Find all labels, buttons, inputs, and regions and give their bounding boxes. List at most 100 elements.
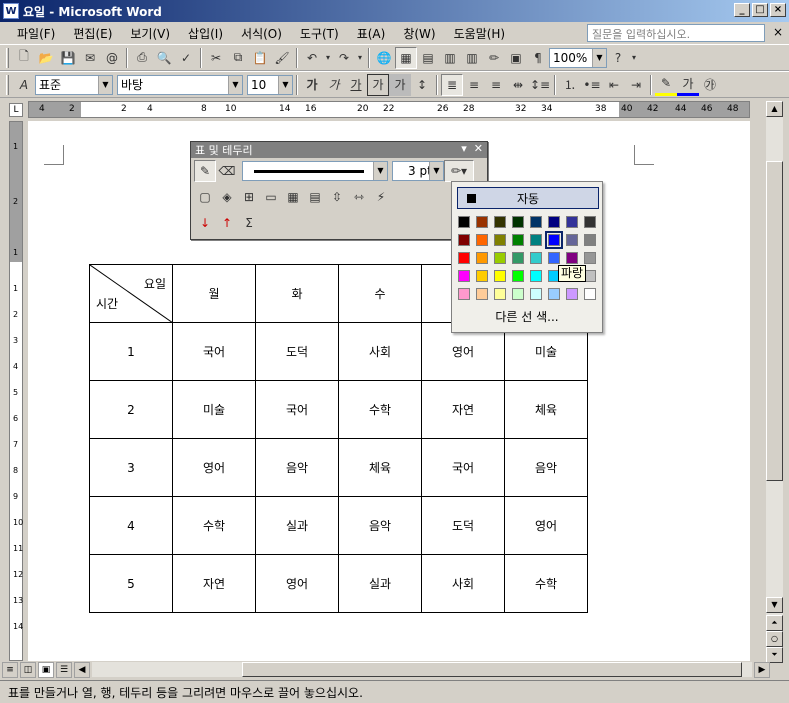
color-swatch[interactable]	[512, 216, 524, 228]
print-layout-icon[interactable]: ▣	[38, 661, 54, 678]
tab-selector[interactable]: L	[9, 103, 23, 117]
outside-border-icon[interactable]: ▢	[194, 186, 216, 208]
color-swatch[interactable]	[548, 288, 560, 300]
print-icon[interactable]: ⎙	[131, 47, 153, 69]
color-swatch[interactable]	[458, 270, 470, 282]
distribute-columns-icon[interactable]: ⇿	[348, 186, 370, 208]
horizontal-scrollbar[interactable]	[92, 662, 752, 677]
table-cell[interactable]: 사회	[338, 322, 422, 381]
table-cell-period[interactable]: 2	[89, 380, 173, 439]
merge-cells-icon[interactable]: ▭	[260, 186, 282, 208]
redo-icon[interactable]: ↷	[333, 47, 355, 69]
color-swatch[interactable]	[476, 288, 488, 300]
color-swatch[interactable]	[512, 288, 524, 300]
email-icon[interactable]: @	[101, 47, 123, 69]
color-swatch[interactable]	[458, 288, 470, 300]
color-swatch[interactable]	[476, 234, 488, 246]
table-cell[interactable]: 체육	[504, 380, 588, 439]
menu-view[interactable]: 보기(V)	[121, 25, 179, 42]
color-swatch[interactable]	[494, 252, 506, 264]
show-hide-icon[interactable]: ¶	[527, 47, 549, 69]
save-icon[interactable]: 💾	[57, 47, 79, 69]
highlight-icon[interactable]: ✎	[655, 74, 677, 96]
scroll-right-icon[interactable]: ▶	[754, 661, 770, 678]
shading-color-icon[interactable]: ◈	[216, 186, 238, 208]
normal-view-icon[interactable]: ≡	[2, 661, 18, 678]
underline-icon[interactable]: 가	[345, 74, 367, 96]
help-icon[interactable]: ?	[607, 47, 629, 69]
previous-page-icon[interactable]: ⏶	[766, 615, 783, 631]
table-cell[interactable]: 국어	[172, 322, 256, 381]
scroll-down-icon[interactable]: ▼	[766, 597, 783, 613]
chevron-down-icon[interactable]: ▼	[373, 162, 387, 180]
menu-edit[interactable]: 편집(E)	[64, 25, 121, 42]
color-swatch[interactable]	[548, 252, 560, 264]
chevron-down-icon[interactable]: ▼	[278, 75, 292, 94]
hyperlink-icon[interactable]: 🌐	[373, 47, 395, 69]
vertical-scrollbar[interactable]: ▲ ▼ ⏶ ○ ⏷	[766, 101, 783, 663]
insert-table-icon[interactable]: ⊞	[238, 186, 260, 208]
color-swatch[interactable]	[530, 252, 542, 264]
toolbar-options-icon[interactable]: ▾	[629, 47, 639, 69]
color-swatch[interactable]	[458, 234, 470, 246]
decrease-indent-icon[interactable]: ⇤	[603, 74, 625, 96]
color-swatch[interactable]	[512, 270, 524, 282]
border-color-icon[interactable]: ✏▾	[444, 160, 474, 182]
open-folder-icon[interactable]: 📂	[35, 47, 57, 69]
char-shading-icon[interactable]: 가	[389, 73, 411, 96]
vertical-ruler[interactable]: 1 2 1 1 2 3 4 5 6 7 8 9 10 11 12 13 14	[9, 121, 23, 661]
redo-dropdown-icon[interactable]: ▾	[355, 47, 365, 69]
distribute-icon[interactable]: ⇹	[507, 74, 529, 96]
char-scale-icon[interactable]: ↕	[411, 74, 433, 96]
color-swatch[interactable]	[494, 216, 506, 228]
color-swatch[interactable]	[476, 270, 488, 282]
draw-table-pencil-icon[interactable]: ✎	[194, 160, 216, 182]
table-cell[interactable]: 자연	[172, 554, 256, 613]
new-document-icon[interactable]: 🗋	[13, 47, 35, 69]
table-cell[interactable]: 영어	[172, 438, 256, 497]
bullets-icon[interactable]: •≡	[581, 74, 603, 96]
line-style-combo[interactable]: ▼	[242, 161, 388, 181]
table-cell[interactable]: 영어	[255, 554, 339, 613]
web-view-icon[interactable]: ◫	[20, 661, 36, 678]
insert-table-icon[interactable]: ▤	[417, 47, 439, 69]
maximize-button[interactable]: □	[752, 3, 768, 17]
undo-icon[interactable]: ↶	[301, 47, 323, 69]
chevron-down-icon[interactable]: ▼	[429, 162, 443, 180]
table-header[interactable]: 수	[338, 264, 422, 323]
table-cell[interactable]: 도덕	[421, 496, 505, 555]
table-cell[interactable]: 음악	[504, 438, 588, 497]
style-combo[interactable]: 표준 ▼	[35, 74, 113, 95]
autosum-icon[interactable]: Σ	[238, 212, 260, 234]
color-swatch[interactable]	[476, 216, 488, 228]
color-swatch[interactable]	[584, 288, 596, 300]
panel-title-bar[interactable]: 표 및 테두리 ▾ ✕	[191, 142, 487, 158]
cut-icon[interactable]: ✂	[205, 47, 227, 69]
table-header[interactable]: 월	[172, 264, 256, 323]
table-cell[interactable]: 수학	[338, 380, 422, 439]
chevron-down-icon[interactable]: ▼	[98, 75, 112, 94]
permission-icon[interactable]: ✉	[79, 47, 101, 69]
close-button[interactable]: ×	[770, 3, 786, 17]
word-icon[interactable]: W	[3, 3, 19, 19]
zoom-combo[interactable]: 100% ▼	[549, 47, 607, 68]
menu-tools[interactable]: 도구(T)	[291, 25, 348, 42]
copy-icon[interactable]: ⧉	[227, 47, 249, 69]
horizontal-scroll-thumb[interactable]	[242, 662, 742, 677]
browse-object-icon[interactable]: ○	[766, 631, 783, 647]
spelling-icon[interactable]: ✓	[175, 47, 197, 69]
menu-table[interactable]: 표(A)	[348, 25, 395, 42]
table-cell-period[interactable]: 4	[89, 496, 173, 555]
color-swatch[interactable]	[584, 216, 596, 228]
color-swatch[interactable]	[566, 252, 578, 264]
table-header[interactable]: 화	[255, 264, 339, 323]
help-question-input[interactable]: 질문을 입력하십시오.	[587, 24, 765, 42]
automatic-color-button[interactable]: 자동	[457, 187, 599, 209]
paste-icon[interactable]: 📋	[249, 47, 271, 69]
scroll-left-icon[interactable]: ◀	[74, 661, 90, 678]
table-cell[interactable]: 도덕	[255, 322, 339, 381]
align-right-icon[interactable]: ≡	[485, 74, 507, 96]
color-swatch[interactable]	[494, 270, 506, 282]
color-swatch[interactable]	[458, 216, 470, 228]
color-swatch[interactable]	[566, 216, 578, 228]
